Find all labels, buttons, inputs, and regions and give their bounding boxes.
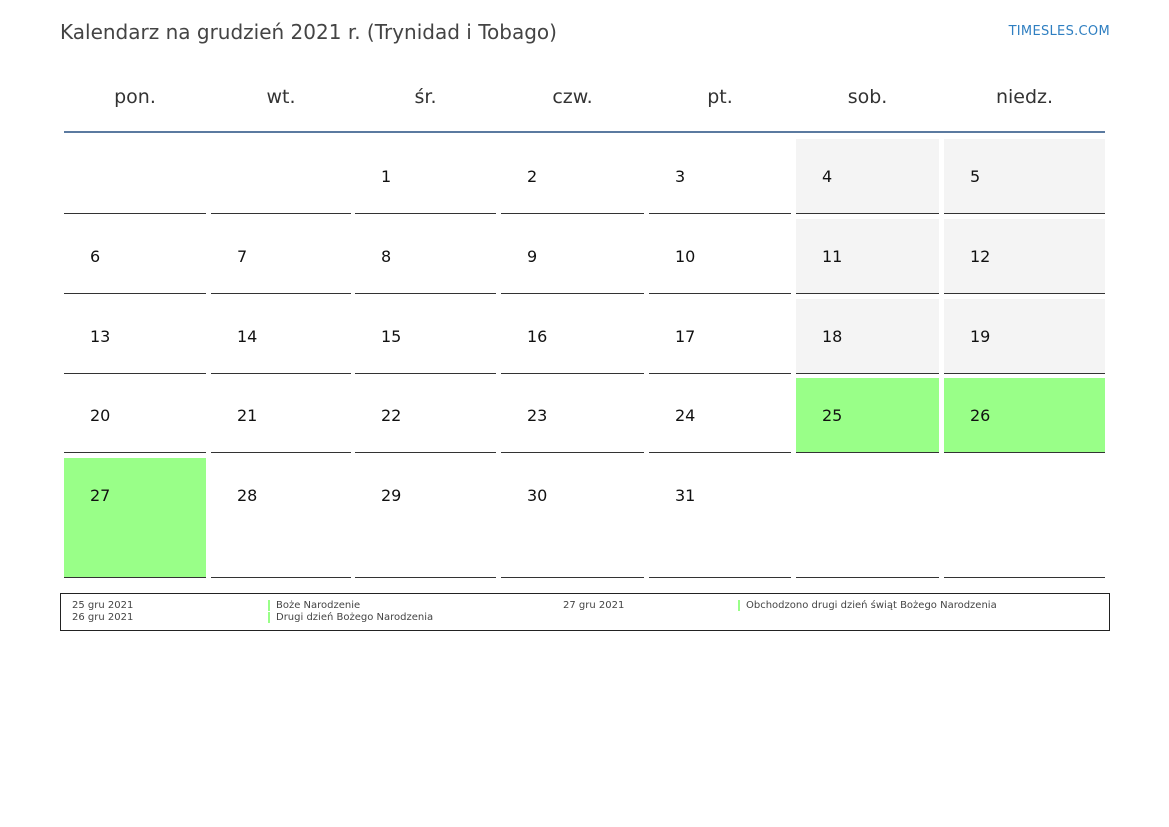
- day-number: 19: [970, 327, 991, 346]
- legend-color-marker: [268, 612, 270, 623]
- calendar-day-cell: 19: [944, 299, 1105, 374]
- day-number: 30: [527, 486, 548, 505]
- legend-date: 27 gru 2021: [563, 600, 625, 611]
- calendar-day-cell: 13: [64, 299, 206, 374]
- day-number: 15: [381, 327, 402, 346]
- legend-date: 26 gru 2021: [72, 612, 134, 623]
- weekday-label: wt.: [266, 86, 296, 108]
- calendar-day-cell: 12: [944, 219, 1105, 294]
- calendar-day-cell: 21: [211, 378, 351, 453]
- calendar-day-cell: 10: [649, 219, 791, 294]
- calendar-empty-cell: [211, 139, 351, 214]
- calendar-day-cell: 4: [796, 139, 939, 214]
- day-number: 24: [675, 406, 696, 425]
- day-number: 9: [527, 247, 538, 266]
- calendar-day-cell: 6: [64, 219, 206, 294]
- weekday-header-row: pon. wt. śr. czw. pt. sob. niedz.: [64, 78, 1105, 133]
- day-number: 26: [970, 406, 991, 425]
- day-number: 28: [237, 486, 258, 505]
- day-number: 11: [822, 247, 843, 266]
- day-number: 5: [970, 167, 981, 186]
- calendar-grid: pon. wt. śr. czw. pt. sob. niedz. 1 2 3 4 5 6 7 8 9 10 1…: [64, 78, 1105, 578]
- day-number: 18: [822, 327, 843, 346]
- calendar-day-cell: 20: [64, 378, 206, 453]
- calendar-empty-cell: [796, 458, 939, 578]
- calendar-day-cell: 7: [211, 219, 351, 294]
- calendar-day-cell: 23: [501, 378, 644, 453]
- calendar-day-cell: 28: [211, 458, 351, 578]
- calendar-day-cell: 8: [355, 219, 496, 294]
- calendar-day-cell: 14: [211, 299, 351, 374]
- calendar-day-cell: 9: [501, 219, 644, 294]
- calendar-empty-cell: [944, 458, 1105, 578]
- site-link[interactable]: TIMESLES.COM: [1009, 24, 1110, 39]
- day-number: 12: [970, 247, 991, 266]
- legend-holiday-name: Obchodzono drugi dzień świąt Bożego Naro…: [746, 600, 997, 611]
- day-number: 7: [237, 247, 248, 266]
- weekday-label: śr.: [414, 86, 437, 108]
- legend-color-marker: [268, 600, 270, 611]
- day-number: 31: [675, 486, 696, 505]
- weekday-label: sob.: [847, 86, 888, 108]
- calendar-day-cell: 11: [796, 219, 939, 294]
- day-number: 23: [527, 406, 548, 425]
- calendar-day-cell: 29: [355, 458, 496, 578]
- calendar-day-cell: 26: [944, 378, 1105, 453]
- day-number: 16: [527, 327, 548, 346]
- calendar-day-cell: 5: [944, 139, 1105, 214]
- calendar-day-cell: 17: [649, 299, 791, 374]
- calendar-day-cell: 27: [64, 458, 206, 578]
- day-number: 8: [381, 247, 392, 266]
- day-number: 3: [675, 167, 686, 186]
- day-number: 21: [237, 406, 258, 425]
- day-number: 22: [381, 406, 402, 425]
- legend-date: 25 gru 2021: [72, 600, 134, 611]
- calendar-day-cell: 30: [501, 458, 644, 578]
- calendar-day-cell: 2: [501, 139, 644, 214]
- page-title: Kalendarz na grudzień 2021 r. (Trynidad …: [60, 20, 557, 44]
- calendar-day-cell: 18: [796, 299, 939, 374]
- day-number: 4: [822, 167, 833, 186]
- calendar-day-cell: 16: [501, 299, 644, 374]
- day-number: 14: [237, 327, 258, 346]
- calendar-day-cell: 24: [649, 378, 791, 453]
- calendar-day-cell: 22: [355, 378, 496, 453]
- legend-color-marker: [738, 600, 740, 611]
- calendar-day-cell: 15: [355, 299, 496, 374]
- day-number: 20: [90, 406, 111, 425]
- day-number: 1: [381, 167, 392, 186]
- day-number: 6: [90, 247, 101, 266]
- legend-holiday-name: Boże Narodzenie: [276, 600, 361, 611]
- day-number: 2: [527, 167, 538, 186]
- weekday-label: niedz.: [995, 86, 1054, 108]
- calendar-day-cell: 3: [649, 139, 791, 214]
- day-number: 29: [381, 486, 402, 505]
- calendar-empty-cell: [64, 139, 206, 214]
- calendar-day-cell: 31: [649, 458, 791, 578]
- day-number: 27: [90, 486, 111, 505]
- weekday-label: czw.: [552, 86, 593, 108]
- day-number: 13: [90, 327, 111, 346]
- day-number: 17: [675, 327, 696, 346]
- calendar-day-cell: 1: [355, 139, 496, 214]
- holiday-legend: 25 gru 2021 Boże Narodzenie 26 gru 2021 …: [60, 593, 1110, 631]
- day-number: 10: [675, 247, 696, 266]
- day-number: 25: [822, 406, 843, 425]
- calendar-day-cell: 25: [796, 378, 939, 453]
- legend-holiday-name: Drugi dzień Bożego Narodzenia: [276, 612, 434, 623]
- weekday-label: pon.: [114, 86, 156, 108]
- weekday-label: pt.: [707, 86, 733, 108]
